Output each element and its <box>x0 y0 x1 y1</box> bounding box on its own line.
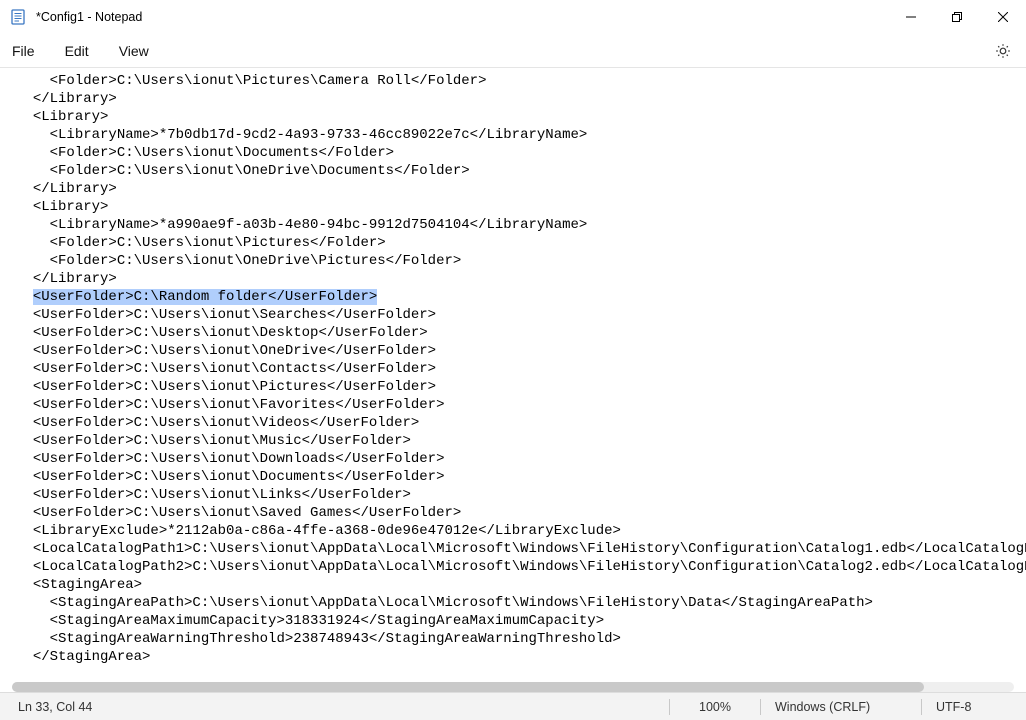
horizontal-scrollbar[interactable] <box>12 682 1014 692</box>
titlebar: *Config1 - Notepad <box>0 0 1026 34</box>
menu-edit[interactable]: Edit <box>63 39 91 63</box>
menubar: File Edit View <box>0 34 1026 68</box>
window-title: *Config1 - Notepad <box>36 10 142 24</box>
status-cursor-position: Ln 33, Col 44 <box>4 693 106 720</box>
menu-view[interactable]: View <box>117 39 151 63</box>
selected-text[interactable]: <UserFolder>C:\Random folder</UserFolder… <box>33 289 377 305</box>
settings-button[interactable] <box>990 38 1016 64</box>
menu-file[interactable]: File <box>10 39 37 63</box>
statusbar: Ln 33, Col 44 100% Windows (CRLF) UTF-8 <box>0 692 1026 720</box>
minimize-button[interactable] <box>888 0 934 34</box>
close-button[interactable] <box>980 0 1026 34</box>
status-zoom[interactable]: 100% <box>670 693 760 720</box>
horizontal-scrollbar-thumb[interactable] <box>12 682 924 692</box>
status-encoding: UTF-8 <box>922 693 1022 720</box>
window-controls <box>888 0 1026 34</box>
status-line-ending: Windows (CRLF) <box>761 693 921 720</box>
gear-icon <box>995 43 1011 59</box>
text-editor[interactable]: <Folder>C:\Users\ionut\Pictures\Camera R… <box>0 68 1026 692</box>
editor-content[interactable]: <Folder>C:\Users\ionut\Pictures\Camera R… <box>16 72 1026 666</box>
editor-area: <Folder>C:\Users\ionut\Pictures\Camera R… <box>0 68 1026 692</box>
maximize-button[interactable] <box>934 0 980 34</box>
notepad-icon <box>10 9 26 25</box>
